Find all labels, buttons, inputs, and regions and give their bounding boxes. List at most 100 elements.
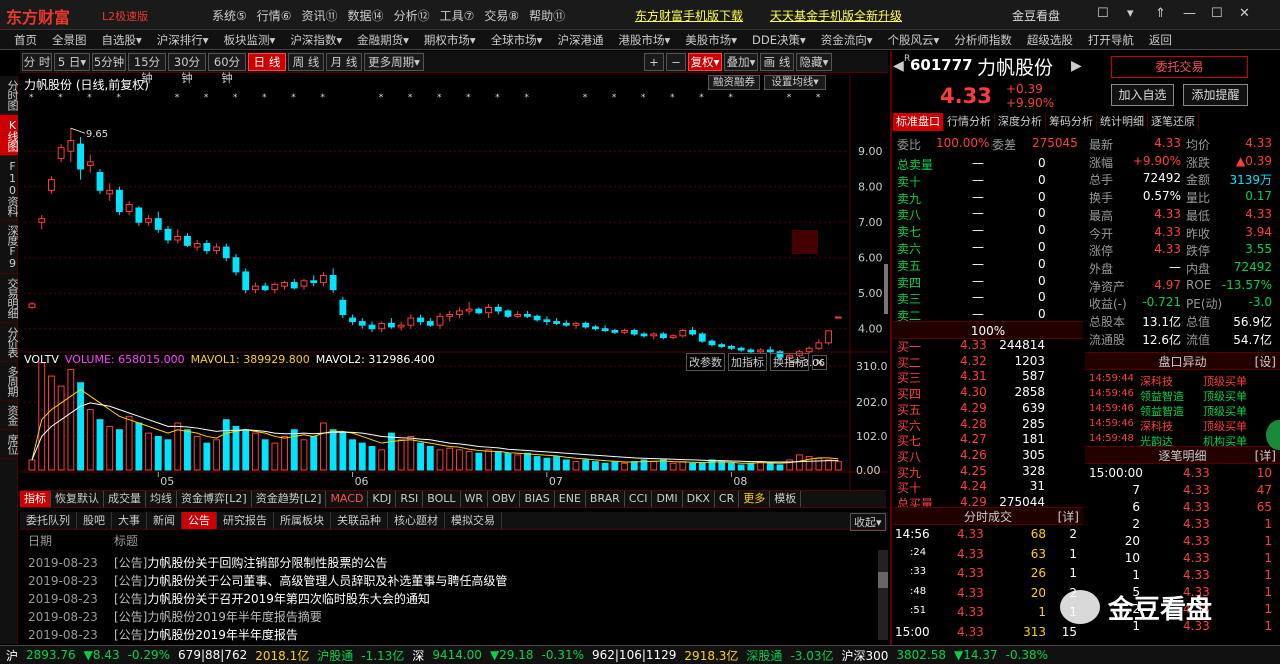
buy-level-price[interactable]: 4.32 (960, 354, 987, 368)
indicator-15[interactable]: CCI (625, 491, 653, 507)
menu-item-3[interactable]: 数据⑭ (348, 7, 384, 24)
news-title[interactable]: 力帆股份关于公司董事、高级管理人员辞职及补选董事与聘任高级管 (147, 574, 507, 588)
news-tab-3[interactable]: 新闻 (147, 512, 182, 529)
period-btn-9[interactable]: 更多周期▾ (364, 53, 424, 71)
buy-level-price[interactable]: 4.24 (960, 479, 987, 493)
chart-tool-5[interactable]: 隐藏▾ (796, 53, 832, 71)
chart-tool-1[interactable]: − (666, 53, 686, 71)
left-tab-8[interactable]: 席位 (0, 430, 19, 459)
nav-item-12[interactable]: DDE决策▾ (752, 32, 806, 48)
minimize-icon[interactable]: — (1183, 6, 1196, 21)
period-btn-7[interactable]: 周 线 (288, 53, 324, 71)
news-scrollbar[interactable] (878, 550, 888, 640)
nav-item-14[interactable]: 个股风云▾ (888, 32, 940, 48)
nav-item-17[interactable]: 打开导航 (1088, 32, 1134, 48)
nav-item-1[interactable]: 全景图 (52, 32, 87, 48)
menu-icon[interactable]: ▾ (1127, 6, 1134, 21)
chart-tool-2[interactable]: 复权▾ (688, 53, 722, 71)
sell-level-price[interactable]: — (972, 223, 984, 237)
indicator-3[interactable]: 均线 (146, 491, 177, 507)
nav-item-11[interactable]: 美股市场▾ (685, 32, 737, 48)
indicator-8[interactable]: RSI (396, 491, 424, 507)
anomaly-stock[interactable]: 领益智造 (1140, 403, 1184, 419)
news-row[interactable]: 2019-08-23 [公告]力帆股份2019年半年度报告 (28, 626, 298, 643)
promo-fund-link[interactable]: 天天基金手机版全新升级 (770, 7, 902, 24)
indicator-1[interactable]: 恢复默认 (51, 491, 104, 507)
vol-btn-3[interactable]: ✕ (812, 354, 828, 370)
left-tab-0[interactable]: 分时图 (0, 76, 19, 115)
news-collapse-button[interactable]: 收起▾ (850, 513, 886, 531)
anomaly-stock[interactable]: 深科技 (1140, 418, 1173, 434)
panel-tab-1[interactable]: 行情分析 (944, 113, 995, 131)
panel-tab-5[interactable]: 逐笔还原 (1148, 113, 1199, 131)
left-tab-6[interactable]: 多周期 (0, 362, 19, 401)
vol-btn-2[interactable]: 换指标 (770, 353, 809, 371)
anomaly-stock[interactable]: 深科技 (1140, 373, 1173, 389)
period-btn-4[interactable]: 30分钟 (168, 53, 206, 85)
nav-item-8[interactable]: 全球市场▾ (491, 32, 543, 48)
minute-detail-button[interactable]: [详] (1058, 508, 1079, 526)
left-tab-5[interactable]: 分价表 (0, 323, 19, 362)
menu-item-4[interactable]: 分析⑫ (394, 7, 430, 24)
news-row[interactable]: 2019-08-23 [公告]力帆股份关于回购注销部分限制性股票的公告 (28, 554, 387, 571)
news-title[interactable]: 力帆股份2019年半年度报告 (147, 628, 298, 642)
indicator-20[interactable]: 模板 (770, 491, 802, 507)
add-alert-button[interactable]: 添加提醒 (1183, 84, 1248, 106)
news-tab-4[interactable]: 公告 (182, 512, 217, 529)
left-tab-1[interactable]: K线图 (0, 115, 19, 156)
indicator-12[interactable]: BIAS (520, 491, 555, 507)
indicator-6[interactable]: MACD (326, 491, 369, 507)
period-btn-1[interactable]: 5 日▾ (54, 53, 90, 71)
buy-level-price[interactable]: 4.28 (960, 417, 987, 431)
chart-tool-4[interactable]: 画 线 (760, 53, 794, 71)
indicator-4[interactable]: 资金博弈[L2] (177, 491, 252, 507)
buy-level-price[interactable]: 4.31 (960, 369, 987, 383)
buy-level-price[interactable]: 4.27 (960, 432, 987, 446)
news-title[interactable]: 力帆股份关于回购注销部分限制性股票的公告 (147, 556, 387, 570)
indicator-5[interactable]: 资金趋势[L2] (252, 491, 327, 507)
nav-item-0[interactable]: 首页 (14, 32, 37, 48)
panel-tab-3[interactable]: 筹码分析 (1046, 113, 1097, 131)
news-tab-5[interactable]: 研究报告 (217, 512, 274, 529)
next-stock-icon[interactable]: ▶ (1071, 58, 1082, 74)
buy-level-price[interactable]: 4.30 (960, 385, 987, 399)
buy-level-price[interactable]: 4.25 (960, 464, 987, 478)
nav-item-7[interactable]: 期权市场▾ (424, 32, 476, 48)
news-tab-1[interactable]: 股吧 (77, 512, 112, 529)
indicator-18[interactable]: CR (715, 491, 740, 507)
nav-item-6[interactable]: 金融期货▾ (357, 32, 409, 48)
sell-level-price[interactable]: — (972, 290, 984, 304)
news-tab-7[interactable]: 关联品种 (331, 512, 388, 529)
news-tab-6[interactable]: 所属板块 (274, 512, 331, 529)
sell-level-price[interactable]: — (972, 156, 984, 170)
sell-level-price[interactable]: — (972, 206, 984, 220)
indicator-10[interactable]: WR (461, 491, 489, 507)
buy-level-price[interactable]: 4.33 (960, 338, 987, 352)
period-btn-2[interactable]: 5分钟 (92, 53, 126, 71)
add-watchlist-button[interactable]: 加入自选 (1111, 84, 1174, 106)
anomaly-stock[interactable]: 领益智造 (1140, 388, 1184, 404)
sell-level-price[interactable]: — (972, 257, 984, 271)
vol-btn-0[interactable]: 改参数 (686, 353, 725, 371)
menu-item-2[interactable]: 资讯⑪ (302, 7, 338, 24)
panel-tab-0[interactable]: 标准盘口 (893, 113, 944, 131)
news-tab-9[interactable]: 模拟交易 (445, 512, 502, 529)
left-tab-4[interactable]: 交易明细 (0, 274, 19, 323)
promo-mobile-link[interactable]: 东方财富手机版下载 (635, 7, 743, 24)
close-icon[interactable]: ✕ (1239, 6, 1250, 21)
news-tab-0[interactable]: 委托队列 (20, 512, 77, 529)
period-btn-3[interactable]: 15分钟 (128, 53, 166, 85)
sell-level-price[interactable]: — (972, 274, 984, 288)
order-trade-button[interactable]: 委托交易 (1111, 56, 1248, 78)
nav-item-13[interactable]: 资金流向▾ (821, 32, 873, 48)
left-tab-3[interactable]: 深度F9 (0, 221, 19, 274)
panel-tab-4[interactable]: 统计明细 (1097, 113, 1148, 131)
nav-item-16[interactable]: 超级选股 (1027, 32, 1073, 48)
news-title[interactable]: 力帆股份关于召开2019年第四次临时股东大会的通知 (147, 592, 430, 606)
nav-item-5[interactable]: 沪深指数▾ (290, 32, 342, 48)
indicator-2[interactable]: 成交量 (104, 491, 146, 507)
period-btn-0[interactable]: 分 时 (22, 53, 52, 71)
news-tab-8[interactable]: 核心题材 (388, 512, 445, 529)
indicator-7[interactable]: KDJ (368, 491, 397, 507)
menu-item-7[interactable]: 帮助⑪ (529, 7, 565, 24)
